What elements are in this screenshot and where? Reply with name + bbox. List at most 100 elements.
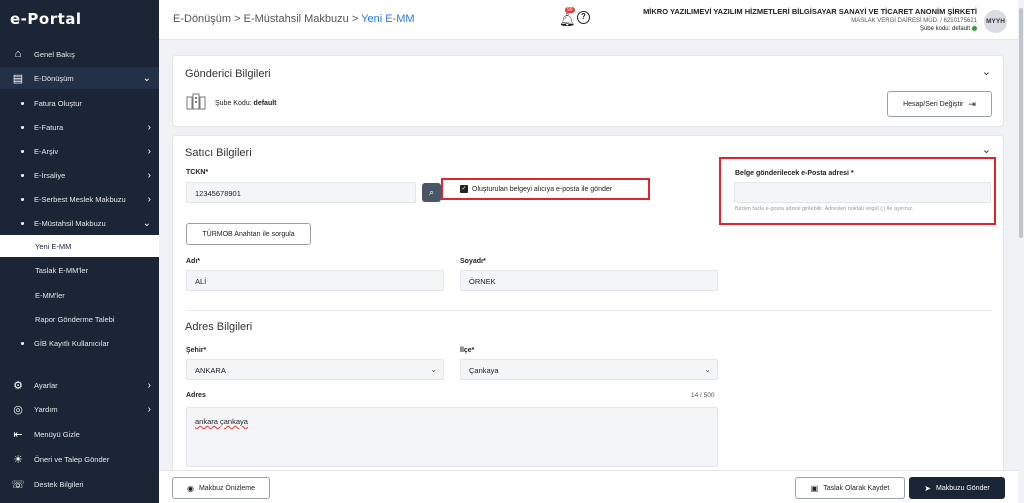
sidebar-item-gib-users[interactable]: GİB Kayıtlı Kullanıcılar <box>0 332 159 354</box>
sidebar-item-help[interactable]: ◎ Yardım › <box>0 398 159 420</box>
sidebar-item-feedback[interactable]: ☀ Öneri ve Talep Gönder <box>0 448 159 470</box>
scrollbar[interactable] <box>1018 0 1024 503</box>
sidebar-item-rapor-talebi[interactable]: Rapor Gönderme Talebi <box>0 308 159 330</box>
chevron-right-icon: › <box>147 145 151 157</box>
sidebar-item-label: Ayarlar <box>34 380 58 390</box>
sidebar-item-label: Genel Bakış <box>34 49 75 59</box>
sidebar-item-yeni-emm[interactable]: Yeni E-MM <box>0 235 159 257</box>
city-select[interactable]: ANKARA ⌄ <box>186 359 444 380</box>
address-label: Adres <box>186 392 206 399</box>
sidebar-item-label: Taslak E-MM'ler <box>35 265 89 275</box>
bell-icon[interactable]: 🔔︎ 99 <box>559 7 576 28</box>
send-email-checkbox-label: Oluşturulan belgeyi alıcıya e-posta ile … <box>472 185 613 193</box>
breadcrumb-separator: > <box>351 13 362 25</box>
gear-icon: ⚙ <box>13 379 23 392</box>
sidebar-item-label: Menüyü Gizle <box>34 429 80 439</box>
sidebar-item-e-arsiv[interactable]: E-Arşiv › <box>0 140 159 162</box>
building-icon <box>186 93 206 111</box>
branch-code-value: default <box>951 26 970 33</box>
bullet-icon <box>21 197 24 201</box>
surname-label: Soyadı* <box>460 258 486 265</box>
company-info: MİKRO YAZILIMEVİ YAZILIM HİZMETLERİ BİLG… <box>643 7 977 32</box>
chevron-right-icon: › <box>147 121 151 133</box>
sidebar-item-fatura-olustur[interactable]: Fatura Oluştur <box>0 92 159 114</box>
send-icon: ➤ <box>924 483 931 493</box>
name-input[interactable]: ALİ <box>186 270 444 291</box>
chevron-down-icon: ⌄ <box>430 365 437 374</box>
seller-card-title: Satıcı Bilgileri <box>185 147 252 159</box>
sender-card-title: Gönderici Bilgileri <box>185 68 271 80</box>
sidebar-item-settings[interactable]: ⚙ Ayarlar › <box>0 374 159 396</box>
lifebuoy-icon: ◎ <box>13 403 23 416</box>
sidebar-item-e-mm[interactable]: E-Müstahsil Makbuzu ⌄ <box>0 212 159 234</box>
collapse-icon: ⇤ <box>13 428 23 441</box>
seller-card: Satıcı Bilgileri ⌄ TCKN* 12345678901 ⌕ ✓… <box>172 135 1004 475</box>
city-label: Şehir* <box>186 347 207 354</box>
search-icon[interactable]: ⌕ <box>422 183 441 202</box>
chevron-down-icon: ⌄ <box>142 217 151 229</box>
chevron-right-icon: › <box>147 403 151 415</box>
chevron-right-icon: › <box>147 379 151 391</box>
surname-input[interactable]: ÖRNEK <box>460 270 718 291</box>
chevron-down-icon: ⌄ <box>704 365 711 374</box>
sidebar-item-e-irsaliye[interactable]: E-İrsaliye › <box>0 164 159 186</box>
bullet-icon <box>21 101 24 105</box>
avatar[interactable]: MYYH <box>984 10 1007 33</box>
change-account-label: Hesap/Seri Değiştir <box>903 100 964 108</box>
sidebar-item-label: Yardım <box>34 404 58 414</box>
sidebar-item-hide-menu[interactable]: ⇤ Menüyü Gizle <box>0 423 159 445</box>
breadcrumb-item[interactable]: E-Dönüşüm <box>173 13 231 25</box>
chevron-down-icon: ⌄ <box>142 72 151 84</box>
sidebar-item-label: E-Serbest Meslek Makbuzu <box>34 194 126 204</box>
sidebar-item-taslak-emm[interactable]: Taslak E-MM'ler <box>0 259 159 281</box>
address-textarea-value: ankara çankaya <box>195 417 248 426</box>
address-textarea[interactable]: ankara çankaya <box>186 407 718 467</box>
send-email-checkbox[interactable]: ✓ Oluşturulan belgeyi alıcıya e-posta ile… <box>460 185 612 193</box>
email-label: Belge gönderilecek e-Posta adresi * <box>735 170 854 177</box>
send-receipt-button[interactable]: ➤ Makbuzu Gönder <box>909 477 1005 499</box>
support-icon: ☏ <box>11 478 25 491</box>
sidebar-item-support[interactable]: ☏ Destek Bilgileri <box>0 473 159 495</box>
company-name: MİKRO YAZILIMEVİ YAZILIM HİZMETLERİ BİLG… <box>643 7 977 16</box>
chevron-down-icon[interactable]: ⌄ <box>982 65 991 78</box>
sidebar-item-emm-list[interactable]: E-MM'ler <box>0 284 159 306</box>
email-input[interactable] <box>734 182 991 203</box>
tckn-input[interactable]: 12345678901 <box>186 182 416 203</box>
bullet-icon <box>21 221 24 225</box>
change-account-button[interactable]: Hesap/Seri Değiştir ⇥ <box>887 91 992 117</box>
sidebar-item-label: Rapor Gönderme Talebi <box>35 314 115 324</box>
sidebar-item-e-donusum[interactable]: ▤ E-Dönüşüm ⌄ <box>0 67 159 89</box>
sidebar-item-overview[interactable]: ⌂ Genel Bakış <box>0 43 159 65</box>
breadcrumb: E-Dönüşüm > E-Müstahsil Makbuzu > Yeni E… <box>173 13 415 25</box>
eye-icon: ◉ <box>186 483 194 493</box>
receipt-preview-button[interactable]: ◉ Makbuz Önizleme <box>172 477 270 499</box>
turmob-query-button[interactable]: TÜRMOB Anahtarı ile sorgula <box>186 223 311 245</box>
district-select[interactable]: Çankaya ⌄ <box>460 359 718 380</box>
status-dot-icon <box>972 26 977 31</box>
notification-badge: 99 <box>565 7 575 13</box>
scrollbar-thumb[interactable] <box>1019 8 1023 238</box>
branch-code-label: Şube kodu: <box>919 26 951 33</box>
chevron-down-icon[interactable]: ⌄ <box>982 143 991 156</box>
breadcrumb-item[interactable]: E-Müstahsil Makbuzu <box>244 13 349 25</box>
breadcrumb-separator: > <box>234 13 244 25</box>
help-icon[interactable]: ? <box>577 11 590 24</box>
sidebar-item-e-smm[interactable]: E-Serbest Meslek Makbuzu › <box>0 188 159 210</box>
receipt-preview-label: Makbuz Önizleme <box>198 484 255 492</box>
draft-icon: ▣ <box>810 483 819 493</box>
sidebar-item-label: Fatura Oluştur <box>34 98 82 108</box>
sidebar-item-label: E-Arşiv <box>34 146 59 156</box>
address-section-title: Adres Bilgileri <box>185 321 253 333</box>
bullet-icon <box>21 125 24 129</box>
sidebar-item-label: Destek Bilgileri <box>34 479 84 489</box>
sidebar-item-label: E-Dönüşüm <box>34 73 74 83</box>
sidebar: e-Portal ⌂ Genel Bakış ▤ E-Dönüşüm ⌄ Fat… <box>0 0 159 503</box>
save-draft-button[interactable]: ▣ Taslak Olarak Kaydet <box>795 477 905 499</box>
branch-code: Şube kodu: default <box>643 26 977 32</box>
sidebar-item-label: GİB Kayıtlı Kullanıcılar <box>34 338 110 348</box>
sidebar-item-e-fatura[interactable]: E-Fatura › <box>0 116 159 138</box>
city-select-value: ANKARA <box>195 366 226 375</box>
divider <box>186 310 992 311</box>
sender-card: Gönderici Bilgileri ⌄ Şube Kodu: default… <box>172 55 1004 127</box>
checkbox-checked-icon: ✓ <box>460 185 468 193</box>
